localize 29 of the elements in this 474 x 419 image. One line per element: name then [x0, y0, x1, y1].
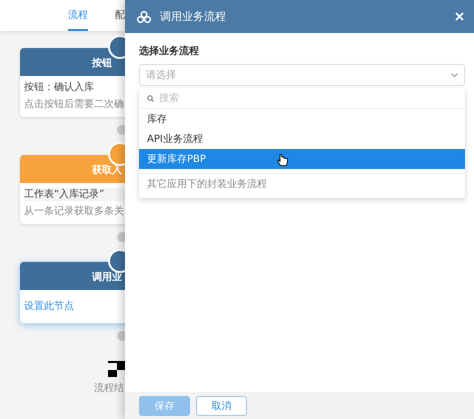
- circles-icon: [137, 10, 151, 22]
- node-card[interactable]: 按钮 按钮：确认入库 点击按钮后需要二次确: [20, 48, 125, 117]
- end-label: 流程结: [94, 382, 124, 395]
- dropdown-option[interactable]: 库存: [139, 109, 465, 129]
- node-title: 获取入: [92, 164, 122, 177]
- dialog-button[interactable]: 取消: [196, 396, 247, 416]
- chevron-icon: [451, 72, 458, 78]
- node-text: 点击按钮后需要二次确: [24, 98, 125, 111]
- hand-cursor-icon: [277, 153, 288, 167]
- search-field[interactable]: 搜索: [139, 88, 465, 109]
- search-icon: [147, 94, 154, 102]
- field-label: 选择业务流程: [139, 44, 200, 58]
- node-title: 按钮: [92, 56, 112, 70]
- node-text: 按钮：确认入库: [24, 81, 95, 94]
- tab[interactable]: 流程: [68, 0, 88, 31]
- node-card[interactable]: 获取入 工作表“入库记录” 从一条记录获取多条关: [20, 155, 125, 224]
- node-card[interactable]: 调用业 设置此节点: [20, 262, 125, 323]
- dialog-title: 调用业务流程: [160, 9, 227, 24]
- tab[interactable]: 配: [115, 0, 125, 31]
- flag-icon: [108, 361, 125, 377]
- node-link[interactable]: 设置此节点: [24, 295, 104, 317]
- select-field[interactable]: 请选择: [139, 64, 465, 86]
- node-text: 工作表“入库记录”: [24, 188, 125, 201]
- close-icon[interactable]: [455, 12, 464, 21]
- dropdown-option[interactable]: API业务流程: [139, 129, 465, 149]
- node-title: 调用业: [92, 270, 122, 284]
- node-text: 从一条记录获取多条关: [24, 205, 125, 218]
- dropdown-option[interactable]: 更新库存PBP: [139, 149, 465, 169]
- dropdown-option: 其它应用下的封装业务流程: [139, 173, 465, 194]
